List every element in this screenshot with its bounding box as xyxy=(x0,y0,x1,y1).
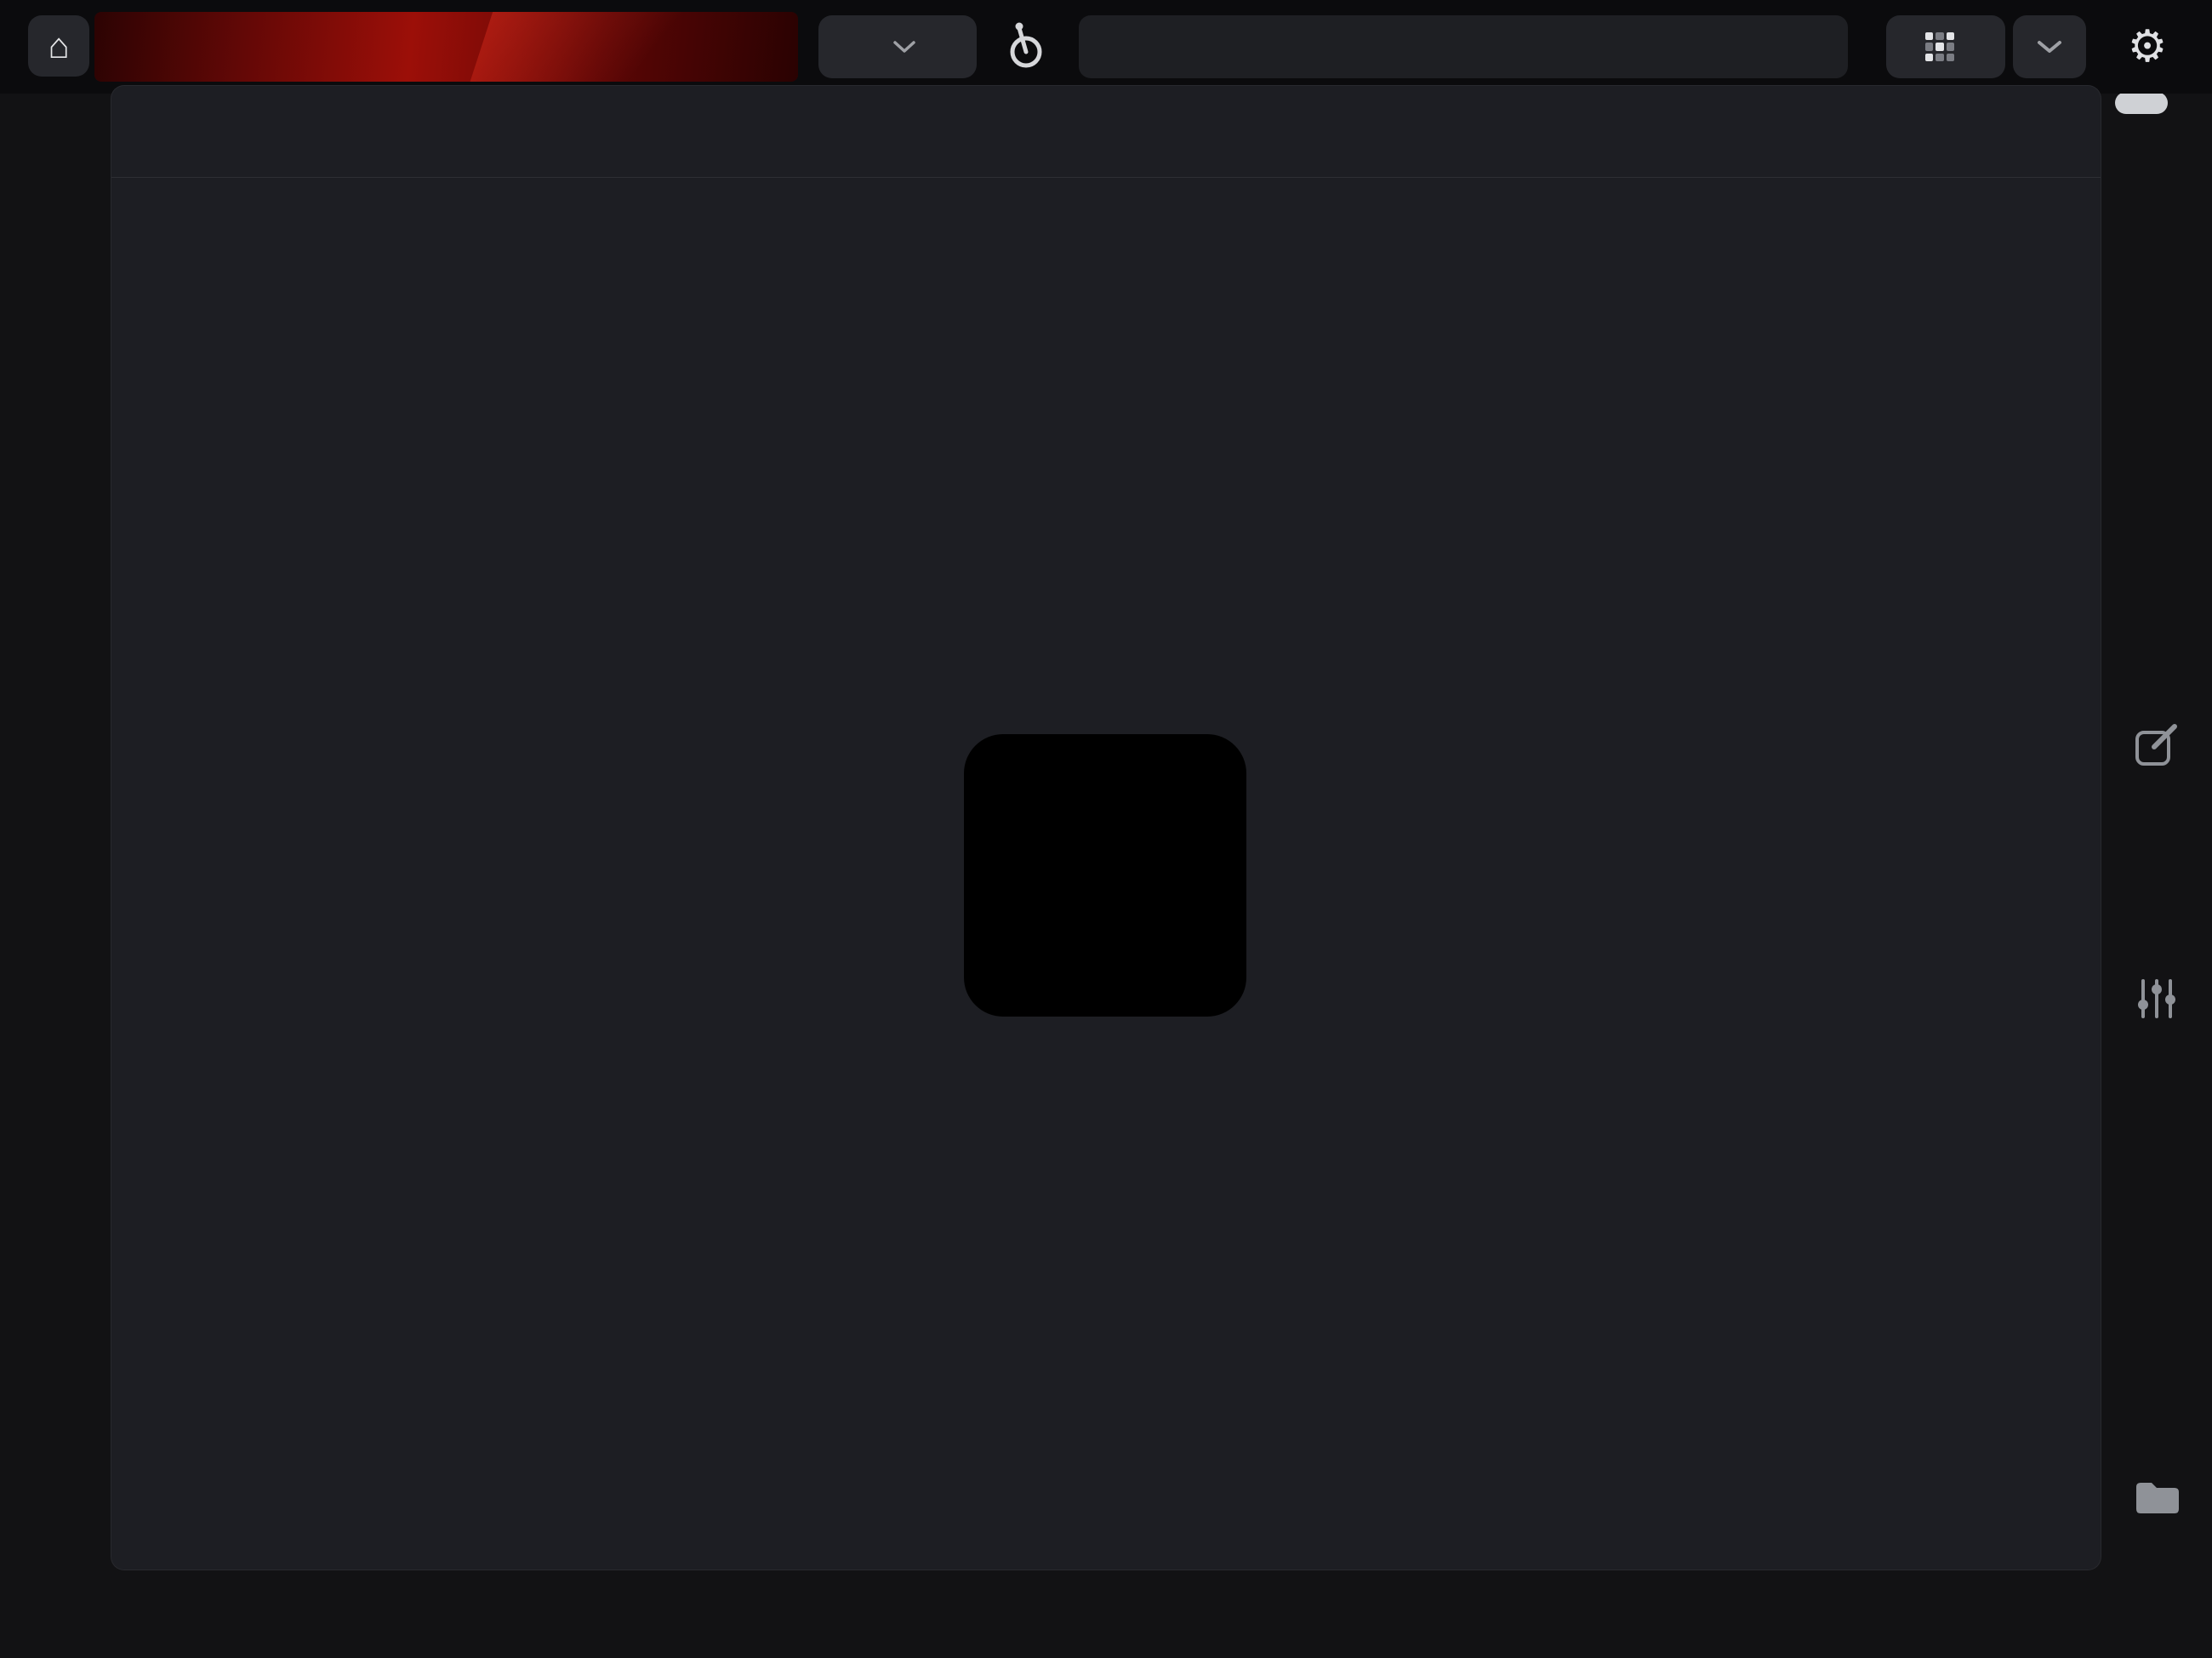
unmix-visualization xyxy=(111,86,2101,1570)
home-icon: ⌂ xyxy=(48,26,69,66)
unmix-modal xyxy=(111,85,2101,1570)
collapse-button[interactable] xyxy=(2013,15,2086,78)
edit-button[interactable] xyxy=(2101,721,2212,769)
sliders-icon xyxy=(2135,977,2179,1021)
mode-tabs xyxy=(1079,15,1848,78)
chevron-down-icon xyxy=(893,40,915,54)
topbar: ⌂ ⚙ xyxy=(0,0,2212,94)
metronome-icon xyxy=(1002,21,1050,72)
notification-dot xyxy=(2193,7,2204,18)
rec-button[interactable] xyxy=(1886,15,2005,78)
pad-grid-icon xyxy=(1925,32,1954,61)
edit-pencil-icon xyxy=(2133,721,2181,769)
folder-icon xyxy=(2135,1480,2179,1516)
progress-box xyxy=(964,734,1246,1017)
files-button[interactable] xyxy=(2101,1480,2212,1516)
modal-header xyxy=(111,86,2101,178)
right-toolbar xyxy=(2101,0,2212,1658)
project-banner[interactable] xyxy=(94,12,798,82)
scrollbar-thumb[interactable] xyxy=(2115,92,2168,114)
bpm-button[interactable] xyxy=(818,15,977,78)
home-button[interactable]: ⌂ xyxy=(28,15,89,77)
settings-button[interactable]: ⚙ xyxy=(2115,15,2180,78)
gear-icon: ⚙ xyxy=(2128,21,2168,72)
mixer-button[interactable] xyxy=(2101,977,2212,1021)
chevron-down-icon xyxy=(2037,39,2062,54)
metronome-button[interactable] xyxy=(1001,20,1052,73)
